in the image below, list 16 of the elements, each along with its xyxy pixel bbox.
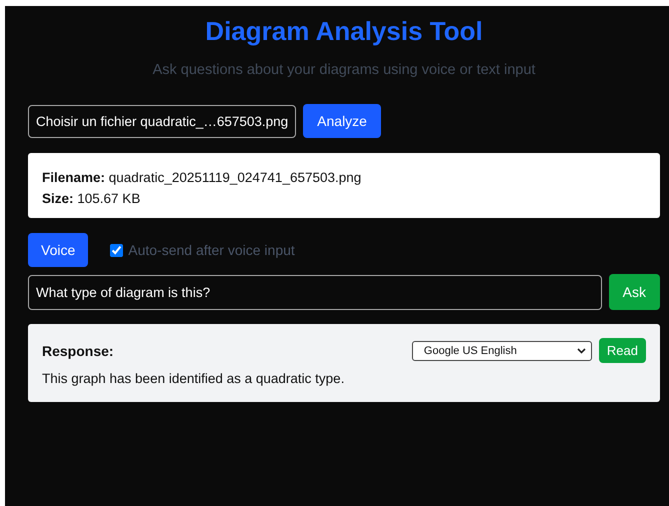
- analyze-button[interactable]: Analyze: [303, 104, 381, 138]
- response-heading: Response:: [42, 342, 115, 358]
- file-info-line: Size: 105.67 KB: [42, 190, 142, 208]
- response-text: This graph has been identified as a quadratic type.: [42, 371, 346, 386]
- question-field[interactable]: What type of diagram is this?: [28, 274, 602, 310]
- auto-send-checkbox[interactable]: [110, 244, 124, 256]
- voice-button[interactable]: Voice: [28, 233, 88, 267]
- file-picker[interactable]: Choisir un fichier quadratic_…657503.png: [28, 104, 296, 138]
- voice-select[interactable]: Google US English: [412, 340, 592, 360]
- file-info-line: Filename: quadratic_20251119_024741_657503.png: [42, 169, 362, 187]
- auto-send-label: Auto-send after voice input: [128, 242, 295, 258]
- ask-button[interactable]: Ask: [608, 274, 660, 310]
- caret-icon: [576, 348, 586, 354]
- page-subtitle: Ask questions about your diagrams using voice or text input: [152, 62, 536, 78]
- read-button[interactable]: Read: [598, 338, 646, 363]
- page-title: Diagram Analysis Tool: [204, 16, 484, 46]
